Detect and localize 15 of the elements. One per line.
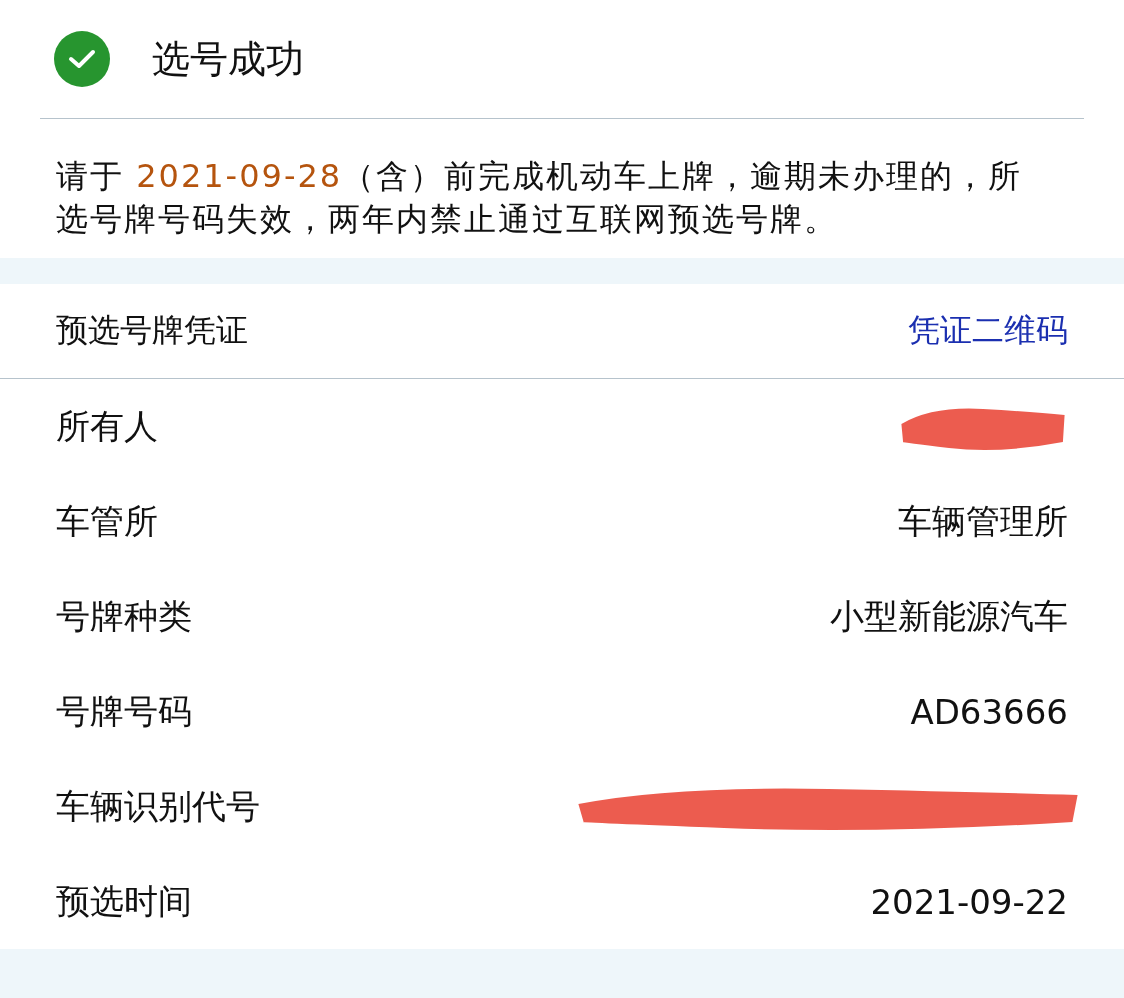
field-value: 2021-09-22 — [870, 881, 1068, 922]
field-label: 号牌号码 — [56, 689, 192, 733]
field-value: 小型新能源汽车 — [830, 594, 1068, 638]
field-label: 号牌种类 — [56, 594, 192, 638]
qr-code-link[interactable]: 凭证二维码 — [908, 309, 1068, 353]
notice-text: 请于 2021-09-28（含）前完成机动车上牌，逾期未办理的，所选号牌号码失效，两年内禁止通过互联网预选号牌。 — [55, 156, 1024, 240]
field-label: 预选时间 — [56, 879, 192, 923]
field-label: 所有人 — [56, 404, 158, 448]
field-label: 车管所 — [56, 499, 158, 543]
field-label: 车辆识别代号 — [56, 784, 260, 828]
field-value: 车辆管理所 — [898, 499, 1068, 543]
page-title: 选号成功 — [152, 35, 304, 83]
section-title: 预选号牌凭证 — [56, 310, 248, 351]
field-value: AD63666 — [910, 691, 1068, 732]
check-icon — [54, 31, 110, 87]
